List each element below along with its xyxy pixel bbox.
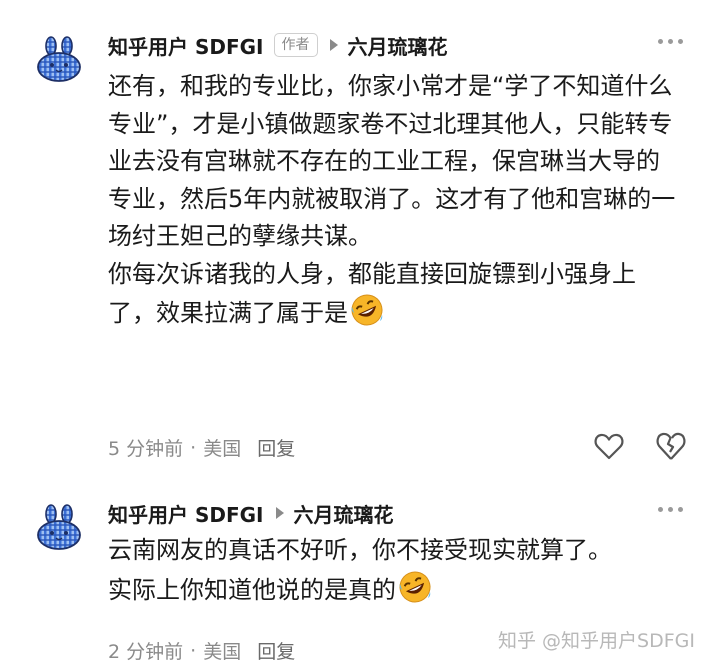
comment-body: 还有，和我的专业比，你家小常才是“学了不知道什么专业”，才是小镇做题家卷不过北理… [108,68,683,333]
avatar[interactable] [34,36,84,86]
more-dots-icon[interactable] [658,39,683,44]
timestamp: 2 分钟前 [108,641,184,663]
author-name[interactable]: 知乎用户 SDFGI [108,31,264,60]
laughing-emoji-icon [351,294,383,326]
laughing-emoji-icon [399,571,431,602]
location: 美国 [203,438,242,460]
comment-paragraph: 还有，和我的专业比，你家小常才是“学了不知道什么专业”，才是小镇做题家卷不过北理… [108,72,676,250]
more-dots-icon[interactable] [658,507,683,512]
reply-arrow-icon [275,507,284,519]
comment-header: 知乎用户 SDFGI 作者 六月琉璃花 [108,30,448,60]
comment-paragraph: 你每次诉诸我的人身，都能直接回旋镖到小强身上了，效果拉满了属于是 [108,256,683,333]
location: 美国 [203,641,242,663]
watermark: 知乎 @知乎用户SDFGI [498,630,695,652]
comment-body: 云南网友的真话不好听，你不接受现实就算了。 实际上你知道他说的是真的 [108,532,683,609]
heart-icon[interactable] [594,432,624,460]
broken-heart-icon[interactable] [656,430,686,462]
comment-meta: 2 分钟前 · 美国 回复 [108,637,295,664]
comment-paragraph: 云南网友的真话不好听，你不接受现实就算了。 [108,536,612,564]
avatar[interactable] [34,504,84,554]
reply-button[interactable]: 回复 [257,637,295,664]
separator-dot: · [190,639,197,662]
comment-meta: 5 分钟前 · 美国 回复 [108,434,295,461]
separator-dot: · [190,436,197,459]
author-badge: 作者 [273,33,318,57]
reply-to-name[interactable]: 六月琉璃花 [348,31,448,60]
reply-to-name[interactable]: 六月琉璃花 [294,499,394,528]
comment-paragraph: 实际上你知道他说的是真的 [108,570,683,610]
timestamp: 5 分钟前 [108,438,184,460]
author-name[interactable]: 知乎用户 SDFGI [108,499,264,528]
reply-button[interactable]: 回复 [257,434,295,461]
reply-arrow-icon [329,39,338,51]
comment-header: 知乎用户 SDFGI 六月琉璃花 [108,498,394,528]
